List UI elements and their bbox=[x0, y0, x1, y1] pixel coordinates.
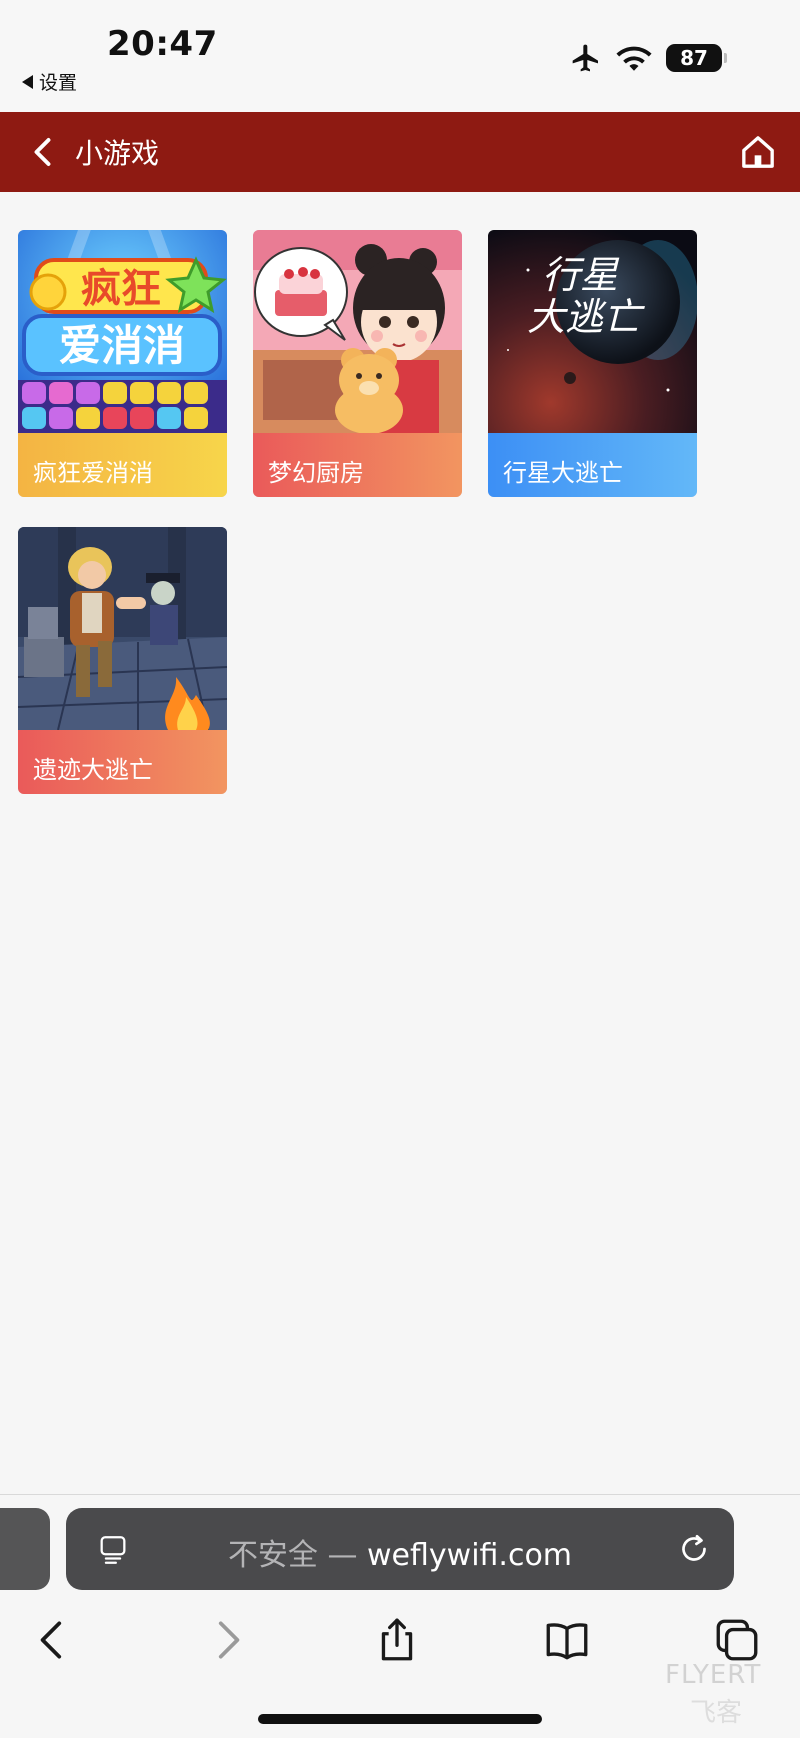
reload-icon[interactable] bbox=[676, 1530, 712, 1568]
game-label: 遗迹大逃亡 bbox=[18, 730, 227, 794]
svg-text:行星: 行星 bbox=[542, 253, 620, 297]
game-card-relic-escape[interactable]: 遗迹大逃亡 bbox=[18, 527, 227, 794]
battery-level: 87 bbox=[680, 46, 708, 70]
wifi-icon bbox=[616, 46, 652, 71]
airplane-icon bbox=[572, 44, 598, 72]
phone-screen: 20:47 设置 87 小游戏 疯狂 爱消消 疯狂爱消消 梦幻厨房 行星 大逃亡… bbox=[0, 0, 800, 1738]
game-label: 行星大逃亡 bbox=[488, 433, 697, 497]
insecure-label: 不安全 bbox=[227, 1538, 318, 1573]
game-thumbnail bbox=[253, 230, 462, 433]
game-label: 梦幻厨房 bbox=[253, 433, 462, 497]
status-icons: 87 bbox=[570, 42, 727, 74]
game-label: 疯狂爱消消 bbox=[18, 433, 227, 497]
previous-tab-peek[interactable] bbox=[0, 1508, 50, 1590]
app-header: 小游戏 bbox=[0, 112, 800, 192]
back-to-app-link[interactable]: 设置 bbox=[22, 68, 77, 95]
svg-text:疯狂: 疯狂 bbox=[81, 266, 161, 312]
game-card-dream-kitchen[interactable]: 梦幻厨房 bbox=[253, 230, 462, 497]
url-separator: — bbox=[317, 1538, 368, 1573]
game-thumbnail: 行星 大逃亡 bbox=[488, 230, 697, 433]
battery-indicator: 87 bbox=[666, 44, 727, 72]
back-chevron-icon[interactable] bbox=[26, 134, 62, 170]
svg-text:大逃亡: 大逃亡 bbox=[527, 295, 645, 339]
share-icon[interactable] bbox=[372, 1614, 422, 1666]
page-title: 小游戏 bbox=[75, 137, 160, 170]
home-icon[interactable] bbox=[738, 132, 778, 172]
url-domain: weflywifi.com bbox=[367, 1538, 573, 1573]
tabs-icon[interactable] bbox=[712, 1614, 762, 1666]
back-arrow-icon[interactable] bbox=[28, 1614, 78, 1666]
address-bar[interactable]: 不安全 — weflywifi.com bbox=[66, 1508, 734, 1590]
game-thumbnail: 疯狂 爱消消 bbox=[18, 230, 227, 433]
back-app-label: 设置 bbox=[39, 72, 78, 94]
home-indicator bbox=[258, 1714, 542, 1724]
game-card-crazy-match[interactable]: 疯狂 爱消消 疯狂爱消消 bbox=[18, 230, 227, 497]
watermark-text-cn: 飞客 bbox=[690, 1698, 743, 1728]
toolbar-divider bbox=[0, 1494, 800, 1495]
svg-text:爱消消: 爱消消 bbox=[59, 321, 185, 370]
url-display[interactable]: 不安全 — weflywifi.com bbox=[66, 1530, 734, 1574]
back-triangle-icon bbox=[22, 74, 33, 89]
forward-arrow-icon[interactable] bbox=[202, 1614, 252, 1666]
watermark-text: FLYERT bbox=[665, 1660, 762, 1690]
status-time: 20:47 bbox=[107, 24, 218, 64]
game-thumbnail bbox=[18, 527, 227, 730]
status-bar: 20:47 设置 87 bbox=[0, 0, 800, 112]
bookmarks-icon[interactable] bbox=[542, 1614, 592, 1666]
game-card-planet-escape[interactable]: 行星 大逃亡 行星大逃亡 bbox=[488, 230, 697, 497]
